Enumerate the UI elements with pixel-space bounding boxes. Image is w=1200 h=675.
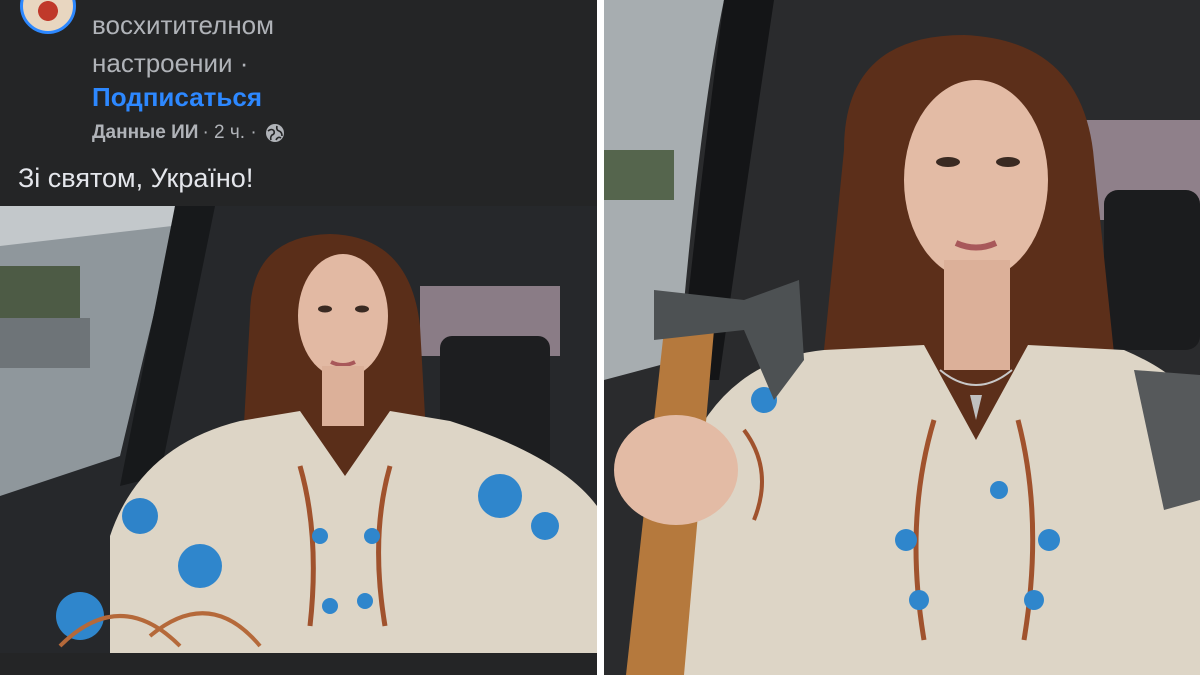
post-text: Зі святом, Україно! xyxy=(18,163,254,193)
social-post: восхитителном настроении · Подписаться Д… xyxy=(0,0,597,675)
globe-icon[interactable] xyxy=(265,123,285,143)
divider xyxy=(597,0,604,675)
header-line-1: восхитителном xyxy=(92,10,275,40)
author-name[interactable]: Данные ИИ xyxy=(92,118,198,148)
portrait-photo xyxy=(604,0,1200,675)
avatar[interactable] xyxy=(20,0,76,34)
post-photo[interactable] xyxy=(0,206,597,653)
post-meta: Данные ИИ · 2 ч. · xyxy=(92,118,285,148)
post-footer xyxy=(0,653,597,675)
post-header: восхитителном настроении · xyxy=(92,6,274,82)
header-line-2: настроении · xyxy=(92,48,249,78)
post-time[interactable]: · 2 ч. · xyxy=(202,118,256,148)
follow-button[interactable]: Подписаться xyxy=(92,80,262,114)
